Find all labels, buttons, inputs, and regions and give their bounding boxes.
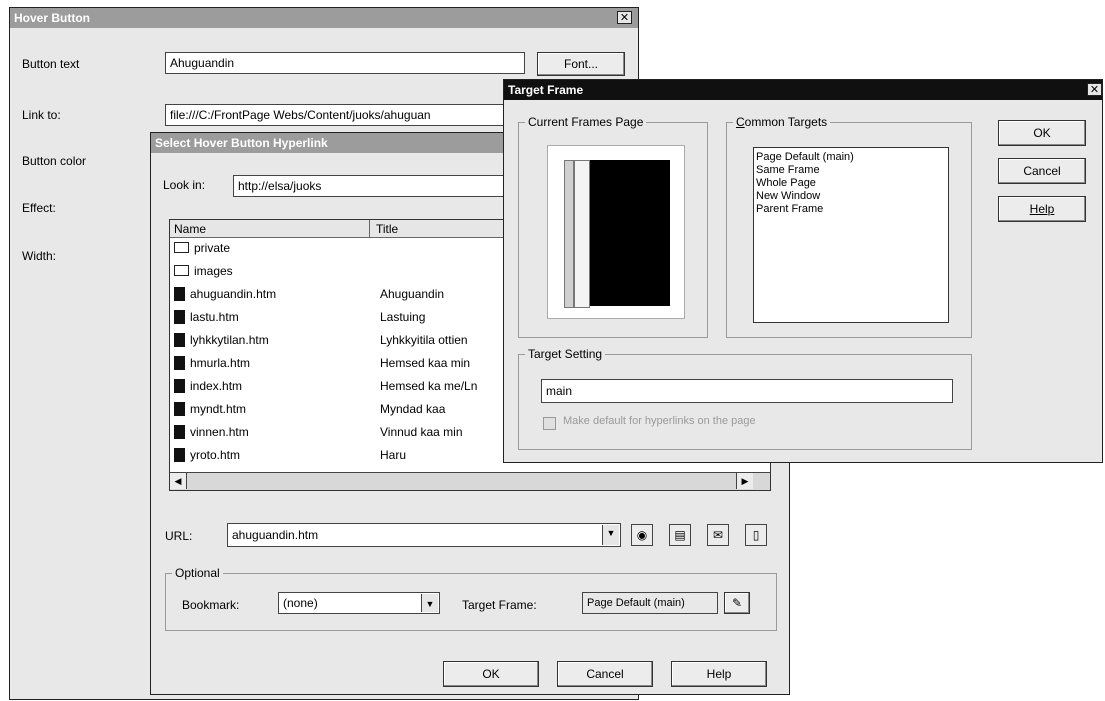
select-hyperlink-title: Select Hover Button Hyperlink <box>155 136 328 150</box>
file-title: Ahuguandin <box>380 287 445 301</box>
cancel-button[interactable]: Cancel <box>998 158 1086 184</box>
bookmark-value: (none) <box>283 596 318 610</box>
file-title: Haru <box>380 448 407 462</box>
current-frames-label: Current Frames Page <box>525 115 647 129</box>
hover-button-titlebar: Hover Button <box>10 8 638 28</box>
font-button[interactable]: Font... <box>537 52 625 76</box>
frame-main-selected[interactable] <box>590 160 670 306</box>
frame-middle[interactable] <box>574 160 590 308</box>
file-name: vinnen.htm <box>190 425 249 439</box>
column-name-label: Name <box>174 222 207 236</box>
target-frame-label: Target Frame: <box>462 598 537 612</box>
close-icon[interactable]: ✕ <box>1087 83 1102 96</box>
bookmark-label: Bookmark: <box>182 598 240 612</box>
button-color-label: Button color <box>22 154 87 168</box>
close-icon[interactable]: ✕ <box>617 11 632 24</box>
frames-preview[interactable] <box>547 145 685 319</box>
html-file-icon <box>174 287 185 301</box>
target-setting-group: Target Setting main Make default for hyp… <box>518 347 972 450</box>
file-name: hmurla.htm <box>190 356 251 370</box>
optional-group: Optional Bookmark: (none) ▼ Target Frame… <box>165 566 777 631</box>
html-file-icon <box>174 333 185 347</box>
file-name: lastu.htm <box>190 310 239 324</box>
file-title: Hemsed ka me/Ln <box>380 379 478 393</box>
scroll-left-icon[interactable]: ◀ <box>170 473 187 489</box>
file-name: myndt.htm <box>190 402 247 416</box>
target-frame-title: Target Frame <box>508 83 584 97</box>
ok-button[interactable]: OK <box>998 120 1086 146</box>
file-title: Myndad kaa <box>380 402 446 416</box>
url-label: URL: <box>165 529 193 543</box>
target-setting-field[interactable]: main <box>541 379 953 403</box>
common-targets-label: Common Targets <box>733 115 831 129</box>
target-option[interactable]: New Window <box>754 190 948 203</box>
optional-label: Optional <box>172 566 223 580</box>
file-name: index.htm <box>190 379 243 393</box>
chevron-down-icon[interactable]: ▼ <box>602 525 619 545</box>
make-default-checkbox[interactable] <box>543 417 556 430</box>
html-file-icon <box>174 310 185 324</box>
target-option[interactable]: Parent Frame <box>754 203 948 216</box>
effect-label: Effect: <box>22 201 56 215</box>
file-name: yroto.htm <box>190 448 241 462</box>
help-button[interactable]: Help <box>671 661 767 687</box>
file-title: Vinnud kaa min <box>380 425 463 439</box>
target-frame-field: Page Default (main) <box>582 592 718 614</box>
html-file-icon <box>174 356 185 370</box>
select-file-icon[interactable]: ▤ <box>669 524 691 546</box>
column-title-label: Title <box>376 222 399 236</box>
target-option[interactable]: Same Frame <box>754 164 948 177</box>
email-icon[interactable]: ✉ <box>707 524 729 546</box>
target-option[interactable]: Whole Page <box>754 177 948 190</box>
button-text-label: Button text <box>22 57 80 71</box>
html-file-icon <box>174 448 185 462</box>
file-name: private <box>194 241 231 255</box>
edit-target-icon[interactable]: ✎ <box>724 592 750 614</box>
file-title: Hemsed kaa min <box>380 356 471 370</box>
bookmark-dropdown[interactable]: (none) ▼ <box>278 592 440 614</box>
chevron-down-icon[interactable]: ▼ <box>421 594 438 612</box>
folder-icon <box>174 265 189 276</box>
file-name: images <box>194 264 233 278</box>
width-label: Width: <box>22 249 57 263</box>
link-to-field[interactable]: file:///C:/FrontPage Webs/Content/juoks/… <box>165 104 510 126</box>
cancel-button[interactable]: Cancel <box>557 661 653 687</box>
make-default-label: Make default for hyperlinks on the page <box>563 415 756 427</box>
file-title: Lyhkkyitila ottien <box>380 333 468 347</box>
target-option[interactable]: Page Default (main) <box>754 151 948 164</box>
browse-web-icon[interactable]: ◉ <box>631 524 653 546</box>
current-frames-group: Current Frames Page <box>518 115 708 338</box>
file-name: lyhkkytilan.htm <box>190 333 269 347</box>
horizontal-scrollbar[interactable]: ◀ ▶ <box>170 472 770 490</box>
hover-button-title: Hover Button <box>14 11 90 25</box>
ok-button[interactable]: OK <box>443 661 539 687</box>
folder-icon <box>174 242 189 253</box>
target-setting-label: Target Setting <box>525 347 606 361</box>
button-text-field[interactable]: Ahuguandin <box>165 52 525 74</box>
scroll-right-icon[interactable]: ▶ <box>736 473 753 489</box>
url-field[interactable]: ahuguandin.htm ▼ <box>227 523 621 547</box>
target-frame-titlebar: Target Frame <box>504 80 1102 100</box>
html-file-icon <box>174 379 185 393</box>
url-value: ahuguandin.htm <box>232 528 319 542</box>
file-title: Lastuing <box>380 310 426 324</box>
html-file-icon <box>174 425 185 439</box>
file-name: ahuguandin.htm <box>190 287 277 301</box>
common-targets-list[interactable]: Page Default (main) Same Frame Whole Pag… <box>753 147 949 323</box>
frame-left[interactable] <box>564 160 574 308</box>
link-to-label: Link to: <box>22 108 61 122</box>
new-page-icon[interactable]: ▯ <box>745 524 767 546</box>
html-file-icon <box>174 402 185 416</box>
help-button[interactable]: Help <box>998 196 1086 222</box>
target-frame-dialog: Target Frame ✕ Current Frames Page Commo… <box>503 79 1103 463</box>
look-in-label: Look in: <box>163 178 206 192</box>
column-header-name[interactable]: Name <box>170 220 370 238</box>
help-button-label: Help <box>1029 202 1055 216</box>
common-targets-group: Common Targets Page Default (main) Same … <box>726 115 972 338</box>
